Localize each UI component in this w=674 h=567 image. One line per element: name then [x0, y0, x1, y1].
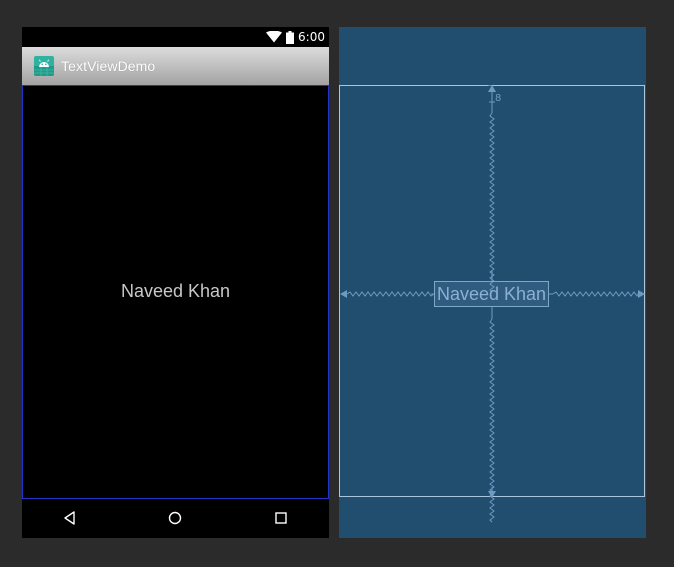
text-view[interactable]: Naveed Khan	[23, 86, 328, 498]
app-title: TextViewDemo	[61, 58, 156, 74]
app-bar: TextViewDemo	[22, 47, 329, 85]
right-constraint[interactable]	[549, 290, 645, 298]
wifi-icon	[266, 31, 283, 43]
design-surface[interactable]: 6:00 TextViewDemo Naveed Khan	[22, 27, 329, 538]
top-constraint[interactable]	[488, 85, 496, 293]
status-time: 6:00	[298, 30, 325, 44]
bottom-constraint[interactable]	[488, 307, 496, 523]
home-circle-icon[interactable]	[167, 510, 183, 526]
blueprint-text-view[interactable]: Naveed Khan	[434, 281, 549, 307]
text-view-label: Naveed Khan	[120, 280, 231, 301]
recents-square-icon[interactable]	[273, 510, 289, 526]
status-bar: 6:00	[22, 27, 329, 47]
left-constraint[interactable]	[340, 290, 435, 298]
navigation-bar	[22, 499, 329, 538]
top-margin-label: 8	[495, 93, 502, 104]
blueprint-text-view-label: Naveed Khan	[436, 283, 547, 304]
back-triangle-icon[interactable]	[62, 510, 78, 526]
android-icon	[34, 56, 54, 76]
battery-icon	[286, 30, 295, 44]
constraint-layout[interactable]: Naveed Khan	[22, 85, 329, 499]
blueprint-surface[interactable]: 8 Naveed Khan	[339, 27, 646, 538]
